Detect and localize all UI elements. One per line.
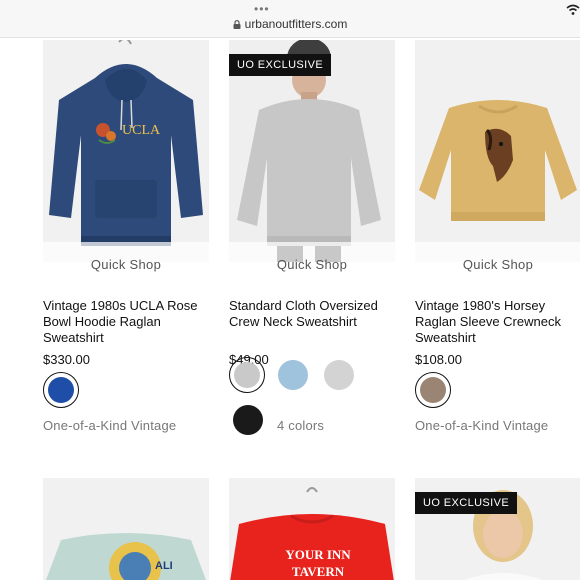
product-image-row2-1[interactable]: ALI <box>43 478 209 580</box>
swatch-fill <box>48 377 74 403</box>
exclusive-badge: UO EXCLUSIVE <box>229 54 332 76</box>
product-price: $330.00 <box>43 352 90 367</box>
product-image[interactable]: UO EXCLUSIVE <box>229 40 395 262</box>
color-swatch-taupe[interactable] <box>415 372 451 408</box>
swatch-fill <box>420 377 446 403</box>
product-price: $108.00 <box>415 352 462 367</box>
product-availability: One-of-a-Kind Vintage <box>43 418 177 433</box>
product-title[interactable]: Vintage 1980's Horsey Raglan Sleeve Crew… <box>415 298 580 346</box>
color-count[interactable]: 4 colors <box>277 418 324 433</box>
color-swatch-light-blue[interactable] <box>278 360 308 390</box>
url-text: urbanoutfitters.com <box>244 17 348 31</box>
lock-icon <box>233 20 241 29</box>
color-swatch-black[interactable] <box>233 405 263 435</box>
quick-shop-button[interactable]: Quick Shop <box>229 242 395 287</box>
color-swatch-grey[interactable] <box>229 357 265 393</box>
quick-shop-button[interactable]: Quick Shop <box>43 242 209 287</box>
hoodie-print-text: UCLA <box>122 123 161 138</box>
product-title[interactable]: Vintage 1980s UCLA Rose Bowl Hoodie Ragl… <box>43 298 213 346</box>
product-title[interactable]: Standard Cloth Oversized Crew Neck Sweat… <box>229 298 399 330</box>
url-field[interactable]: urbanoutfitters.com <box>0 17 580 31</box>
quick-shop-button[interactable]: Quick Shop <box>415 242 580 287</box>
product-image-row2-2[interactable]: YOUR INN TAVERN <box>229 478 395 580</box>
vintage-tee-illustration <box>46 533 206 580</box>
swatch-fill <box>234 362 260 388</box>
tee-print-text: ALI <box>155 560 173 572</box>
exclusive-badge: UO EXCLUSIVE <box>415 492 518 514</box>
sweatshirt-print-text: YOUR INN TAVERN <box>285 547 351 579</box>
browser-address-bar: ••• urbanoutfitters.com <box>0 0 580 38</box>
horse-sweatshirt-illustration <box>419 100 577 221</box>
product-image[interactable] <box>415 40 580 262</box>
tab-overview-dots[interactable]: ••• <box>254 3 270 15</box>
product-image-row2-3[interactable]: UO EXCLUSIVE <box>415 478 580 580</box>
product-availability: One-of-a-Kind Vintage <box>415 418 549 433</box>
color-swatch-blue[interactable] <box>43 372 79 408</box>
hoodie-illustration <box>49 40 203 246</box>
wifi-icon <box>566 4 580 15</box>
color-swatch-light-grey[interactable] <box>324 360 354 390</box>
product-image[interactable]: UCLA <box>43 40 209 262</box>
